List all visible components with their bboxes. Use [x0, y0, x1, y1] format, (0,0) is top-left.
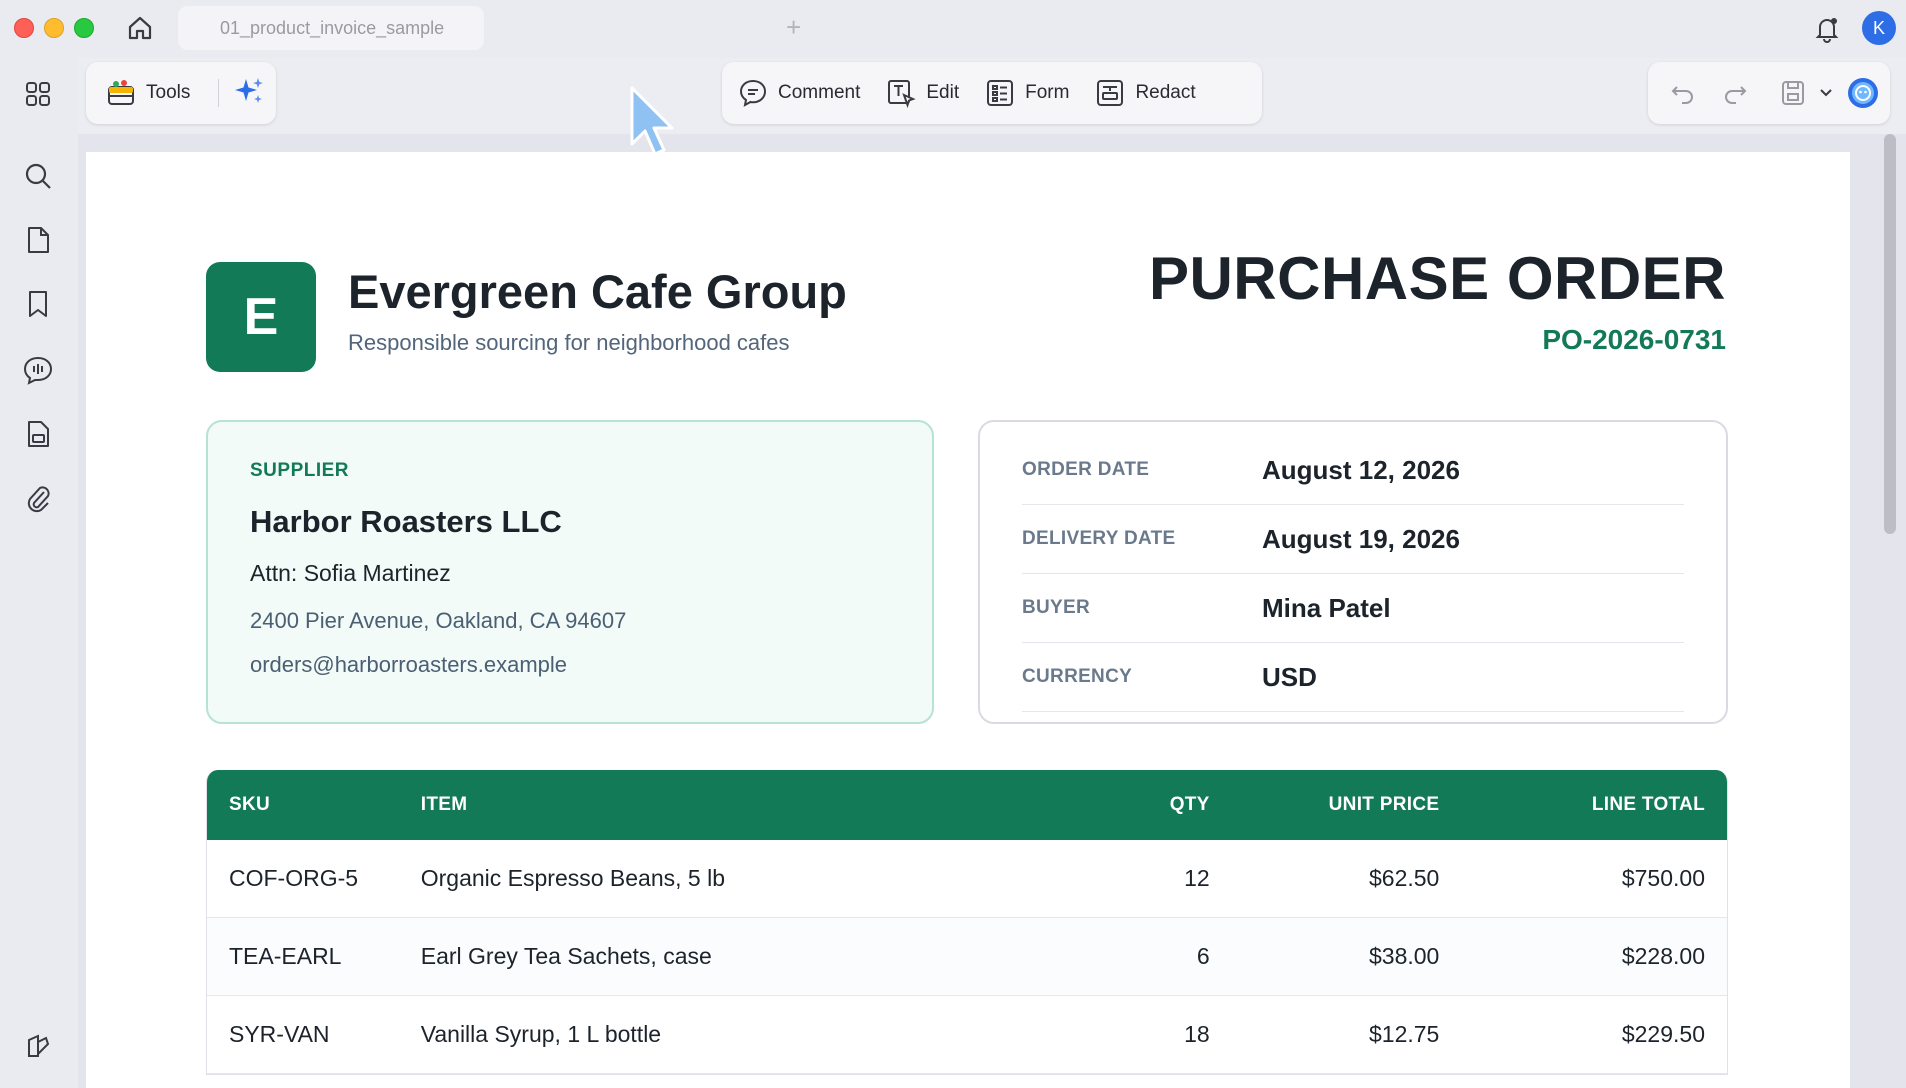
- cell-line-total: $228.00: [1621, 943, 1705, 969]
- cell-line-total: $750.00: [1621, 865, 1705, 891]
- tools-group: Tools: [86, 62, 276, 124]
- order-date-value: August 12, 2026: [1262, 454, 1460, 485]
- minimize-window-button[interactable]: [44, 18, 64, 38]
- mouse-cursor-icon: [628, 84, 682, 164]
- close-window-button[interactable]: [14, 18, 34, 38]
- currency-value: USD: [1262, 661, 1317, 692]
- apps-grid-icon[interactable]: [20, 76, 56, 112]
- edit-button[interactable]: Edit: [886, 78, 959, 108]
- table-header: SKU ITEM QTY UNIT PRICE LINE TOTAL: [207, 770, 1727, 840]
- avatar[interactable]: K: [1862, 11, 1896, 45]
- scrollbar-thumb[interactable]: [1884, 134, 1896, 534]
- cell-item: Organic Espresso Beans, 5 lb: [420, 865, 726, 891]
- company-tagline: Responsible sourcing for neighborhood ca…: [348, 330, 790, 355]
- bookmark-icon[interactable]: [20, 286, 56, 322]
- form-label: Form: [1025, 82, 1070, 103]
- company-logo: E: [206, 262, 316, 372]
- cell-item: Vanilla Syrup, 1 L bottle: [420, 1021, 662, 1047]
- order-details-card: ORDER DATE August 12, 2026 DELIVERY DATE…: [978, 420, 1728, 724]
- toolbox-icon: [108, 80, 134, 105]
- redo-icon[interactable]: [1720, 78, 1750, 113]
- tools-button[interactable]: Tools: [106, 78, 190, 108]
- header-item: ITEM: [420, 794, 468, 815]
- cell-sku: TEA-EARL: [229, 943, 342, 969]
- redact-button[interactable]: Redact: [1095, 78, 1196, 108]
- header-unit-price: UNIT PRICE: [1328, 794, 1440, 815]
- tools-label: Tools: [146, 82, 191, 103]
- table-row: TEA-EARL Earl Grey Tea Sachets, case 6 $…: [207, 918, 1727, 996]
- document-title: PURCHASE ORDER: [1148, 245, 1726, 312]
- buyer-value: Mina Patel: [1262, 592, 1391, 623]
- cell-item: Earl Grey Tea Sachets, case: [420, 943, 712, 969]
- title-bar: 01_product_invoice_sample + K: [0, 0, 1906, 58]
- search-icon[interactable]: [20, 158, 56, 194]
- supplier-attn: Attn: Sofia Martinez: [250, 560, 451, 586]
- table-row: COF-ORG-5 Organic Espresso Beans, 5 lb 1…: [207, 840, 1727, 918]
- redact-label: Redact: [1135, 82, 1196, 103]
- document-tab-title: 01_product_invoice_sample: [220, 17, 445, 38]
- sidebar-toggle-icon[interactable]: [20, 1028, 56, 1064]
- currency-label: CURRENCY: [1022, 666, 1133, 687]
- cell-qty: 6: [1196, 943, 1210, 969]
- page-icon[interactable]: [20, 222, 56, 258]
- cell-qty: 18: [1184, 1021, 1210, 1047]
- form-icon: [987, 80, 1014, 106]
- order-date-label: ORDER DATE: [1022, 459, 1150, 480]
- undo-icon[interactable]: [1668, 78, 1698, 113]
- cell-sku: SYR-VAN: [229, 1021, 330, 1047]
- left-rail: [0, 58, 78, 1088]
- header-sku: SKU: [229, 794, 271, 815]
- cell-qty: 12: [1184, 865, 1210, 891]
- new-tab-button[interactable]: +: [786, 12, 801, 42]
- detail-row: ORDER DATE August 12, 2026: [1022, 436, 1684, 505]
- comment-label: Comment: [778, 82, 861, 103]
- cell-sku: COF-ORG-5: [229, 865, 359, 891]
- assistant-icon[interactable]: [1846, 76, 1880, 115]
- edit-modes-group: Comment Edit Form Redact: [722, 62, 1262, 124]
- chevron-down-icon[interactable]: [1818, 82, 1834, 107]
- cell-unit-price: $38.00: [1368, 943, 1440, 969]
- delivery-date-label: DELIVERY DATE: [1022, 528, 1176, 549]
- vertical-scrollbar[interactable]: [1880, 134, 1898, 1088]
- table-row: SYR-VAN Vanilla Syrup, 1 L bottle 18 $12…: [207, 996, 1727, 1074]
- supplier-address: 2400 Pier Avenue, Oakland, CA 94607: [250, 608, 627, 633]
- detail-row: DELIVERY DATE August 19, 2026: [1022, 505, 1684, 574]
- supplier-label: SUPPLIER: [250, 460, 350, 481]
- comment-icon: [739, 79, 767, 107]
- cell-unit-price: $12.75: [1368, 1021, 1440, 1047]
- comments-icon[interactable]: [20, 352, 56, 388]
- supplier-email: orders@harborroasters.example: [250, 652, 568, 677]
- save-icon[interactable]: [1778, 78, 1808, 113]
- ai-sparkle-icon[interactable]: [233, 75, 265, 112]
- supplier-card: SUPPLIER Harbor Roasters LLC Attn: Sofia…: [206, 420, 934, 724]
- header-line-total: LINE TOTAL: [1591, 794, 1705, 815]
- toolbar-divider: [218, 79, 220, 107]
- paperclip-icon[interactable]: [20, 480, 56, 516]
- edit-label: Edit: [926, 82, 960, 103]
- redact-icon: [1097, 80, 1124, 106]
- zoom-window-button[interactable]: [74, 18, 94, 38]
- detail-row: BUYER Mina Patel: [1022, 574, 1684, 643]
- supplier-name: Harbor Roasters LLC: [250, 504, 562, 539]
- form-button[interactable]: Form: [985, 78, 1069, 108]
- delivery-date-value: August 19, 2026: [1262, 523, 1460, 554]
- buyer-label: BUYER: [1022, 597, 1091, 618]
- document-tab[interactable]: 01_product_invoice_sample: [178, 6, 484, 50]
- detail-row: CURRENCY USD: [1022, 643, 1684, 712]
- edit-text-icon: [888, 80, 916, 108]
- home-icon[interactable]: [122, 10, 158, 46]
- document-page: E Evergreen Cafe Group Responsible sourc…: [86, 152, 1850, 1088]
- company-name: Evergreen Cafe Group: [348, 265, 847, 318]
- attachment-doc-icon[interactable]: [20, 416, 56, 452]
- cell-unit-price: $62.50: [1368, 865, 1440, 891]
- bell-icon[interactable]: [1810, 12, 1844, 46]
- cell-line-total: $229.50: [1621, 1021, 1705, 1047]
- history-group: [1648, 62, 1890, 124]
- line-items-table: SKU ITEM QTY UNIT PRICE LINE TOTAL COF-O…: [206, 770, 1728, 1075]
- comment-button[interactable]: Comment: [738, 78, 860, 108]
- po-number: PO-2026-0731: [1542, 324, 1726, 355]
- header-qty: QTY: [1169, 794, 1210, 815]
